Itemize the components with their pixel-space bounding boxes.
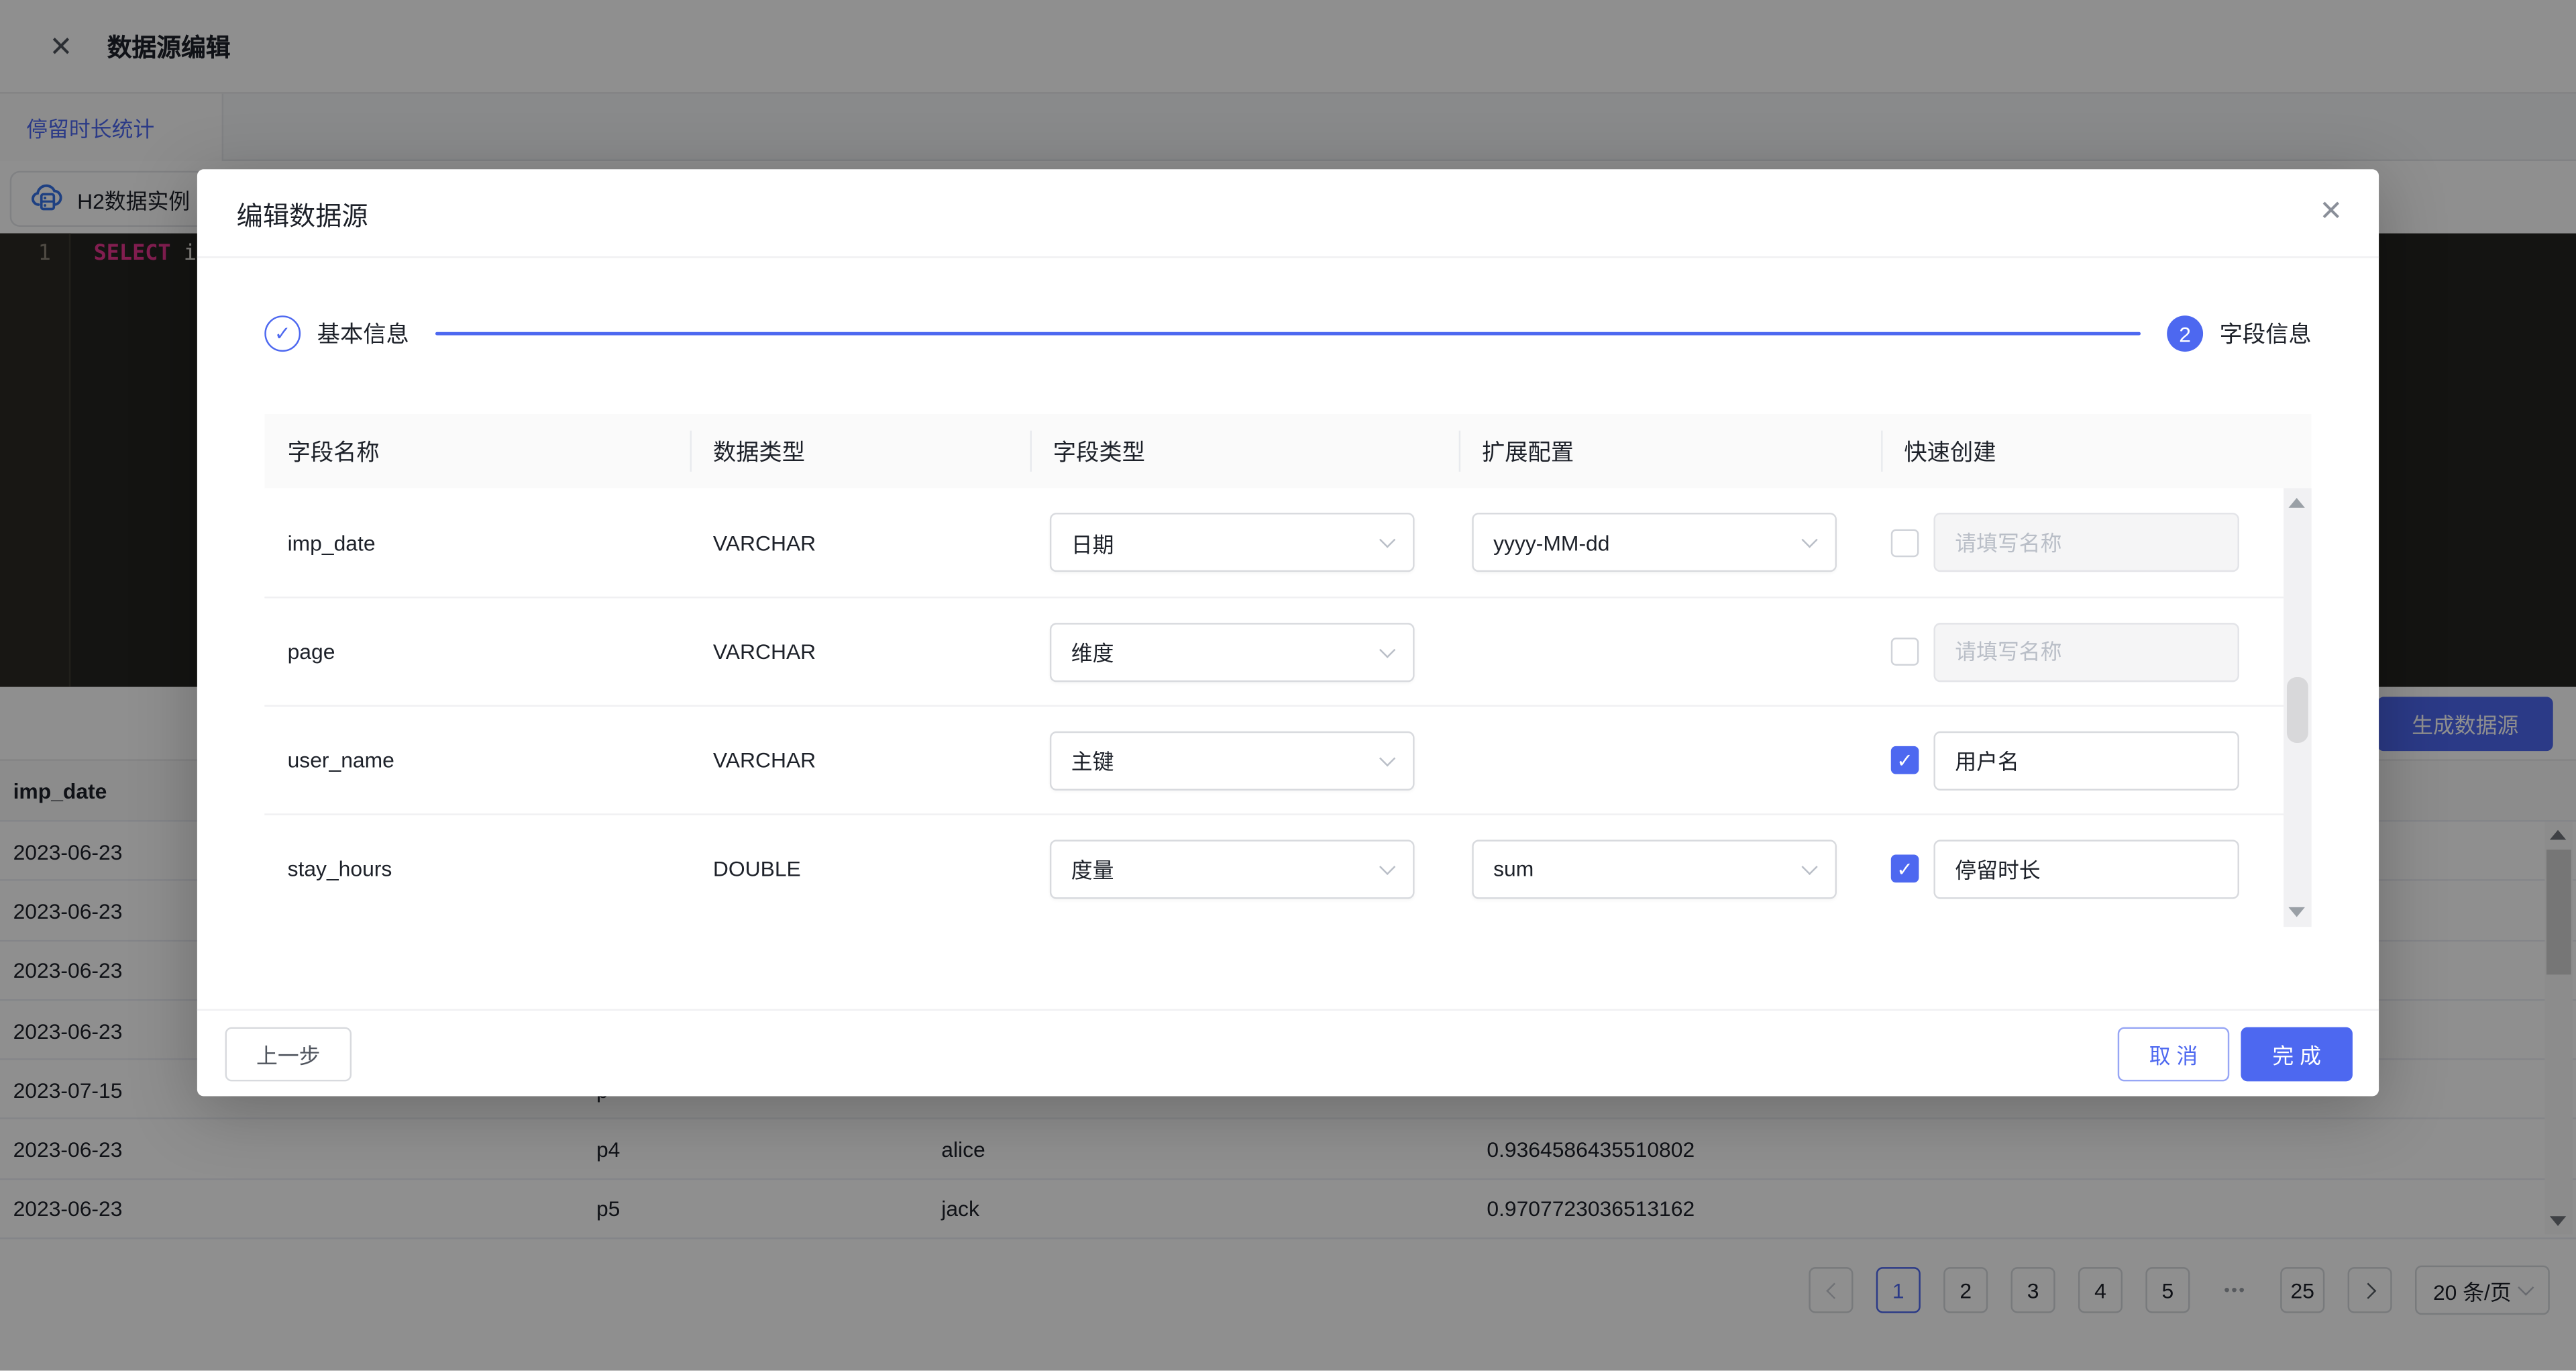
modal-title: 编辑数据源 [237, 193, 368, 233]
field-row-user-name: user_name VARCHAR 主键 ✓ [264, 705, 2284, 814]
modal-footer: 上一步 取 消 完 成 [197, 1009, 2379, 1097]
field-data-type: VARCHAR [690, 488, 1030, 597]
cancel-button[interactable]: 取 消 [2118, 1027, 2230, 1082]
field-row-page: page VARCHAR 维度 [264, 597, 2284, 705]
chevron-down-icon [1801, 531, 1817, 548]
ext-config-select[interactable]: yyyy-MM-dd [1472, 513, 1837, 572]
chevron-down-icon [1379, 641, 1395, 657]
chevron-down-icon [1801, 858, 1817, 874]
quick-create-checkbox[interactable] [1891, 528, 1919, 556]
confirm-button[interactable]: 完 成 [2241, 1027, 2353, 1082]
aggregation-value: sum [1493, 856, 1534, 881]
ext-config-value: yyyy-MM-dd [1493, 530, 1609, 555]
field-name: imp_date [264, 488, 690, 597]
field-type-value: 度量 [1071, 853, 1114, 884]
quick-create-checkbox[interactable]: ✓ [1891, 854, 1919, 882]
chevron-down-icon [1379, 531, 1395, 548]
step-2-label: 字段信息 [2220, 317, 2312, 350]
stepper-connector [435, 332, 2141, 336]
chevron-down-icon [1379, 858, 1395, 874]
fields-table-scrollbar[interactable] [2284, 488, 2312, 927]
field-name: stay_hours [264, 814, 690, 923]
stepper: ✓ 基本信息 2 字段信息 [264, 307, 2311, 360]
step-2-number: 2 [2167, 315, 2203, 352]
field-data-type: VARCHAR [690, 597, 1030, 706]
header-data-type: 数据类型 [690, 414, 1030, 488]
scroll-up-icon[interactable] [2288, 498, 2304, 508]
field-name: page [264, 597, 690, 706]
field-type-select[interactable]: 日期 [1050, 513, 1415, 572]
field-row-imp-date: imp_date VARCHAR 日期 yyyy-MM-dd [264, 488, 2284, 597]
fields-table-header: 字段名称 数据类型 字段类型 扩展配置 快速创建 [264, 414, 2311, 488]
quick-create-checkbox[interactable]: ✓ [1891, 746, 1919, 774]
field-row-stay-hours: stay_hours DOUBLE 度量 sum ✓ [264, 813, 2284, 922]
quick-name-input[interactable] [1933, 622, 2239, 681]
scroll-down-icon[interactable] [2288, 907, 2304, 917]
field-type-select[interactable]: 度量 [1050, 839, 1415, 898]
field-name: user_name [264, 706, 690, 815]
field-type-value: 维度 [1071, 636, 1114, 668]
field-data-type: VARCHAR [690, 706, 1030, 815]
header-field-type: 字段类型 [1030, 414, 1459, 488]
field-type-value: 主键 [1071, 744, 1114, 776]
previous-step-button[interactable]: 上一步 [225, 1027, 352, 1082]
modal-header: 编辑数据源 ✕ [197, 169, 2379, 258]
header-ext-config: 扩展配置 [1459, 414, 1881, 488]
app-root: ✕ 数据源编辑 停留时长统计 H2数据实例 1 SELECT imp [0, 0, 2576, 1370]
field-type-select[interactable]: 维度 [1050, 622, 1415, 681]
header-quick-create: 快速创建 [1881, 414, 2284, 488]
step-1-check-icon: ✓ [264, 315, 301, 352]
header-field-name: 字段名称 [264, 414, 690, 488]
edit-datasource-modal: 编辑数据源 ✕ ✓ 基本信息 2 字段信息 字段名称 数据类型 字段类型 扩展配… [197, 169, 2379, 1096]
aggregation-select[interactable]: sum [1472, 839, 1837, 898]
quick-name-input[interactable] [1933, 839, 2239, 898]
field-type-value: 日期 [1071, 527, 1114, 558]
chevron-down-icon [1379, 750, 1395, 766]
scrollbar-thumb[interactable] [2287, 677, 2308, 743]
step-1-label: 基本信息 [317, 317, 409, 350]
field-data-type: DOUBLE [690, 814, 1030, 923]
modal-close-icon[interactable]: ✕ [2319, 197, 2343, 225]
quick-name-input[interactable] [1933, 731, 2239, 790]
field-type-select[interactable]: 主键 [1050, 731, 1415, 790]
quick-name-input[interactable] [1933, 513, 2239, 572]
quick-create-checkbox[interactable] [1891, 638, 1919, 666]
